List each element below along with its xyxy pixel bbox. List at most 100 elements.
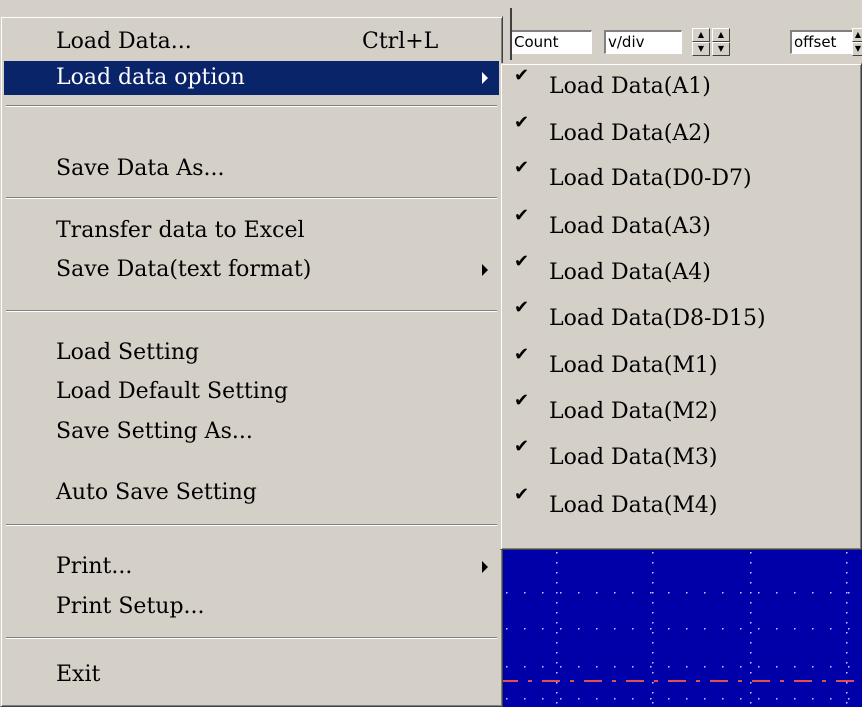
submenu-item-m3[interactable]: ✔ Load Data(M3): [504, 435, 858, 479]
grid-dot: [556, 692, 558, 694]
submenu-item-a1[interactable]: ✔ Load Data(A1): [504, 64, 858, 108]
grid-dot: [542, 666, 544, 668]
spin-up-icon[interactable]: ▲: [712, 28, 730, 42]
menu-item-save-data-as[interactable]: Save Data As...: [4, 152, 499, 186]
grid-dot: [750, 562, 752, 564]
grid-dot: [750, 702, 752, 704]
grid-dot: [750, 672, 752, 674]
grid-dot: [722, 666, 724, 668]
grid-dot: [650, 628, 652, 630]
grid-dot: [556, 592, 558, 594]
grid-dot: [652, 582, 654, 584]
submenu-arrow-icon: [482, 561, 488, 573]
shortcut-label: Ctrl+L: [362, 29, 439, 54]
grid-dot: [506, 666, 508, 668]
submenu-item-label: Load Data(M4): [549, 493, 718, 518]
grid-dot: [846, 632, 848, 634]
submenu-item-a2[interactable]: ✔ Load Data(A2): [504, 111, 858, 155]
grid-dot: [722, 592, 724, 594]
checkmark-icon: ✔: [514, 297, 530, 318]
menu-item-transfer-excel[interactable]: Transfer data to Excel: [4, 214, 499, 248]
submenu-arrow-icon: [482, 264, 488, 276]
grid-dot: [848, 698, 850, 700]
toolbar-divider: [510, 8, 512, 60]
spin-down-icon[interactable]: ▼: [692, 42, 710, 56]
grid-dot: [668, 698, 670, 700]
spin-up-icon[interactable]: ▲: [692, 28, 710, 42]
grid-dot: [846, 562, 848, 564]
vdiv-spinner-1[interactable]: ▲ ▼: [692, 28, 710, 56]
grid-dot: [596, 666, 598, 668]
grid-dot: [846, 652, 848, 654]
grid-dot: [704, 592, 706, 594]
grid-dot: [794, 666, 796, 668]
grid-dot: [750, 662, 752, 664]
grid-dot: [596, 698, 598, 700]
submenu-item-d0-d7[interactable]: ✔ Load Data(D0-D7): [504, 156, 858, 200]
grid-dot: [750, 592, 752, 594]
spin-up-icon[interactable]: ▲: [852, 28, 862, 42]
grid-dot: [596, 628, 598, 630]
grid-dot: [556, 672, 558, 674]
grid-dot: [776, 592, 778, 594]
spin-down-icon[interactable]: ▼: [852, 42, 862, 56]
grid-dot: [830, 666, 832, 668]
checkmark-icon: ✔: [514, 112, 530, 133]
grid-dot: [750, 632, 752, 634]
menu-item-load-setting[interactable]: Load Setting: [4, 336, 499, 370]
grid-dot: [750, 652, 752, 654]
grid-dot: [812, 628, 814, 630]
menu-item-label: Load Setting: [56, 340, 200, 365]
grid-dot: [652, 602, 654, 604]
grid-dot: [652, 632, 654, 634]
checkmark-icon: ✔: [514, 390, 530, 411]
menu-item-load-data-option[interactable]: Load data option: [4, 61, 499, 95]
submenu-item-label: Load Data(M2): [549, 399, 718, 424]
grid-dot: [846, 702, 848, 704]
vdiv-field[interactable]: v/div: [604, 30, 682, 54]
grid-dot: [846, 672, 848, 674]
grid-dot: [758, 592, 760, 594]
menu-item-print[interactable]: Print...: [4, 550, 499, 584]
grid-dot: [812, 666, 814, 668]
submenu-item-a3[interactable]: ✔ Load Data(A3): [504, 204, 858, 248]
grid-dot: [650, 698, 652, 700]
grid-dot: [556, 602, 558, 604]
grid-dot: [686, 698, 688, 700]
menu-item-label: Load Default Setting: [56, 379, 289, 404]
grid-dot: [750, 582, 752, 584]
grid-dot: [848, 628, 850, 630]
submenu-item-d8-d15[interactable]: ✔ Load Data(D8-D15): [504, 296, 858, 340]
grid-dot: [578, 592, 580, 594]
grid-dot: [830, 698, 832, 700]
vdiv-spinner-2[interactable]: ▲ ▼: [712, 28, 730, 56]
menu-item-print-setup[interactable]: Print Setup...: [4, 590, 499, 624]
menu-item-auto-save-setting[interactable]: Auto Save Setting: [4, 476, 499, 510]
grid-dot: [794, 592, 796, 594]
grid-dot: [560, 698, 562, 700]
submenu-item-m1[interactable]: ✔ Load Data(M1): [504, 343, 858, 387]
menu-item-label: Print...: [56, 554, 133, 579]
grid-dot: [556, 562, 558, 564]
submenu-item-m4[interactable]: ✔ Load Data(M4): [504, 483, 858, 527]
grid-dot: [668, 628, 670, 630]
offset-field[interactable]: offset: [790, 30, 854, 54]
menu-item-save-data-text[interactable]: Save Data(text format): [4, 253, 499, 287]
spin-down-icon[interactable]: ▼: [712, 42, 730, 56]
submenu-item-m2[interactable]: ✔ Load Data(M2): [504, 389, 858, 433]
offset-spinner[interactable]: ▲ ▼: [852, 28, 862, 56]
menu-item-save-setting-as[interactable]: Save Setting As...: [4, 415, 499, 449]
count-field[interactable]: Count: [510, 30, 592, 54]
grid-dot: [506, 698, 508, 700]
checkmark-icon: ✔: [514, 436, 530, 457]
menu-item-load-default-setting[interactable]: Load Default Setting: [4, 375, 499, 409]
grid-dot: [652, 592, 654, 594]
oscilloscope-display[interactable]: [500, 548, 862, 707]
menu-item-load-data[interactable]: Load Data... Ctrl+L: [4, 25, 499, 59]
menu-item-exit[interactable]: Exit: [4, 658, 499, 692]
grid-dot: [846, 612, 848, 614]
grid-dot: [524, 698, 526, 700]
menu-item-label: Save Data As...: [56, 156, 225, 181]
grid-dot: [750, 622, 752, 624]
submenu-item-a4[interactable]: ✔ Load Data(A4): [504, 250, 858, 294]
